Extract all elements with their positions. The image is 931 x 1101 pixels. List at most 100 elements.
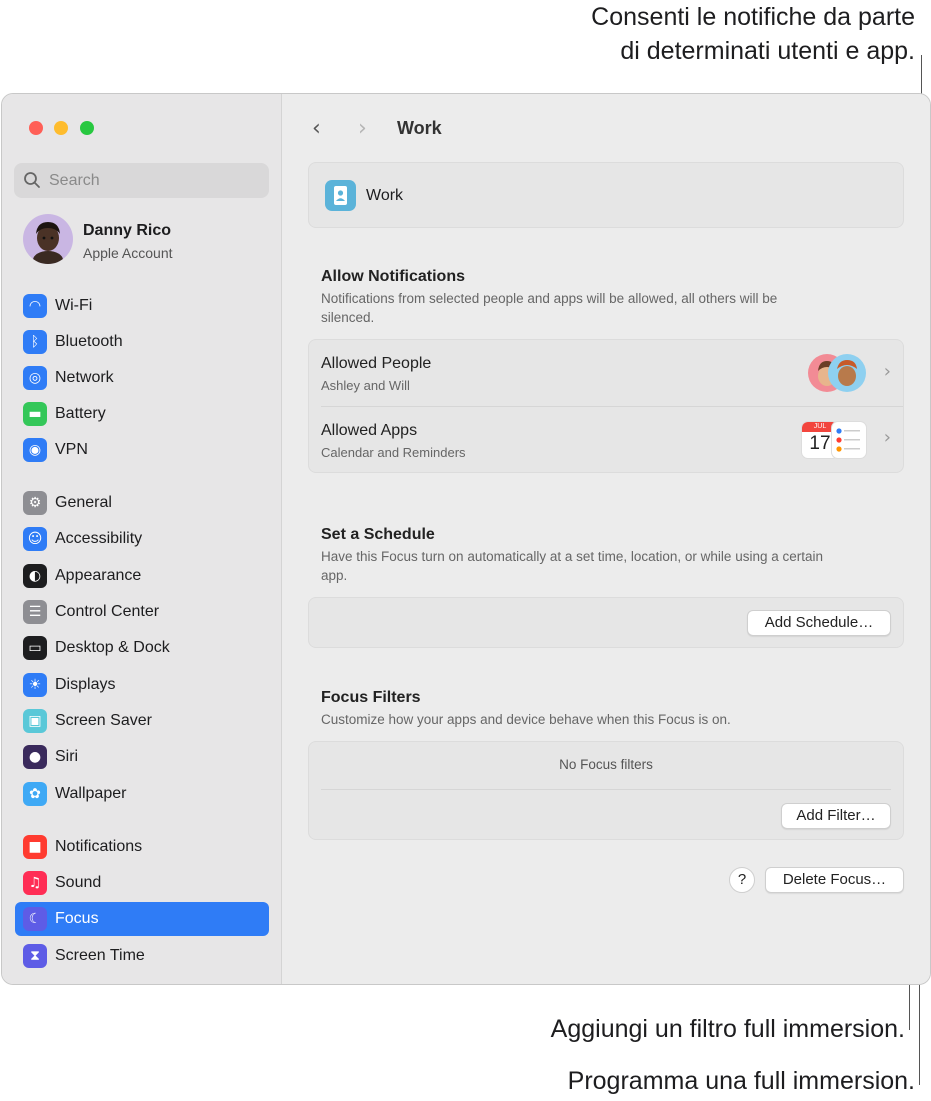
sidebar-item-wi-fi[interactable]: ◠ Wi-Fi — [15, 289, 269, 323]
callout-allow-notifications-line2: di determinati utenti e app. — [620, 37, 915, 65]
sidebar-item-label: Focus — [55, 910, 99, 927]
allowed-people-subtitle: Ashley and Will — [321, 378, 410, 393]
displays-icon: ☀ — [23, 673, 47, 697]
allow-notifications-title: Allow Notifications — [321, 268, 465, 285]
sidebar-item-label: Wallpaper — [55, 785, 127, 802]
sidebar-item-wallpaper[interactable]: ✿ Wallpaper — [15, 777, 269, 811]
sidebar-item-label: Desktop & Dock — [55, 639, 170, 656]
callout-allow-notifications-line1: Consenti le notifiche da parte — [591, 3, 915, 31]
sidebar-item-sound[interactable]: ♫ Sound — [15, 866, 269, 900]
sidebar-item-label: VPN — [55, 441, 88, 458]
sidebar-item-screen-saver[interactable]: ▣ Screen Saver — [15, 704, 269, 738]
allowed-apps-title: Allowed Apps — [321, 422, 418, 439]
sidebar-item-appearance[interactable]: ◐ Appearance — [15, 559, 269, 593]
sidebar-item-label: Notifications — [55, 838, 143, 855]
dock-icon: ▭ — [23, 636, 47, 660]
hourglass-icon: ⧗ — [23, 944, 47, 968]
sidebar-item-label: Sound — [55, 874, 102, 891]
avatar[interactable] — [23, 214, 73, 264]
network-icon: ◎ — [23, 366, 47, 390]
people-avatars-icon — [808, 354, 866, 392]
focus-filters-desc: Customize how your apps and device behav… — [321, 712, 731, 727]
search-input[interactable]: Search — [14, 163, 269, 198]
close-window-button[interactable] — [29, 121, 43, 135]
allowed-apps-subtitle: Calendar and Reminders — [321, 445, 466, 460]
focus-name-card: Work — [308, 162, 904, 228]
user-subtitle: Apple Account — [83, 245, 173, 261]
search-placeholder: Search — [49, 172, 100, 189]
sidebar-item-battery[interactable]: ▬ Battery — [15, 397, 269, 431]
focus-filters-card: No Focus filters Add Filter… — [308, 741, 904, 840]
allowed-people-title: Allowed People — [321, 355, 432, 372]
siri-icon: ● — [23, 745, 47, 769]
sidebar-item-label: Appearance — [55, 567, 142, 584]
back-button[interactable]: ‹ — [312, 116, 321, 141]
sidebar-item-label: Displays — [55, 676, 116, 693]
chevron-right-icon: › — [883, 361, 891, 382]
sidebar-item-general[interactable]: ⚙ General — [15, 486, 269, 520]
sidebar-item-label: Accessibility — [55, 530, 143, 547]
no-focus-filters-text: No Focus filters — [559, 757, 653, 772]
callout-add-schedule: Programma una full immersion. — [567, 1067, 915, 1095]
sidebar-item-label: Screen Saver — [55, 712, 152, 729]
sidebar: Search Danny Rico Apple Account ◠ Wi-Fi ᛒ B… — [2, 94, 282, 984]
control-center-icon: ☰ — [23, 600, 47, 624]
sidebar-item-control-center[interactable]: ☰ Control Center — [15, 595, 269, 629]
wallpaper-icon: ✿ — [23, 782, 47, 806]
page-title: Work — [397, 118, 442, 138]
sidebar-item-focus[interactable]: ☾ Focus — [15, 902, 269, 936]
sidebar-item-label: Siri — [55, 748, 79, 765]
sidebar-item-vpn[interactable]: ◉ VPN — [15, 433, 269, 467]
search-icon — [24, 172, 40, 188]
sidebar-item-siri[interactable]: ● Siri — [15, 740, 269, 774]
settings-window: Search Danny Rico Apple Account ◠ Wi-Fi ᛒ B… — [1, 93, 931, 985]
allowed-people-row[interactable]: Allowed People Ashley and Will › — [309, 340, 903, 406]
sidebar-item-accessibility[interactable]: ☺ Accessibility — [15, 522, 269, 556]
allowed-apps-row[interactable]: Allowed Apps Calendar and Reminders JUL … — [309, 406, 903, 472]
sidebar-item-notifications[interactable]: ■ Notifications — [15, 830, 269, 864]
minimize-window-button[interactable] — [54, 121, 68, 135]
memoji-icon — [33, 222, 63, 264]
sidebar-item-label: Control Center — [55, 603, 160, 620]
sidebar-item-screen-time[interactable]: ⧗ Screen Time — [15, 939, 269, 973]
add-schedule-button[interactable]: Add Schedule… — [747, 610, 891, 636]
sidebar-item-bluetooth[interactable]: ᛒ Bluetooth — [15, 325, 269, 359]
notifications-icon: ■ — [23, 835, 47, 859]
schedule-card: Add Schedule… — [308, 597, 904, 648]
sidebar-item-label: Screen Time — [55, 947, 145, 964]
sidebar-item-displays[interactable]: ☀ Displays — [15, 668, 269, 702]
battery-icon: ▬ — [23, 402, 47, 426]
focus-filters-title: Focus Filters — [321, 689, 421, 706]
chevron-right-icon: › — [883, 427, 891, 448]
vpn-icon: ◉ — [23, 438, 47, 462]
appearance-icon: ◐ — [23, 564, 47, 588]
bluetooth-icon: ᛒ — [23, 330, 47, 354]
user-name: Danny Rico — [83, 222, 172, 239]
forward-button[interactable]: › — [358, 116, 367, 141]
schedule-desc: Have this Focus turn on automatically at… — [321, 549, 823, 583]
screen-saver-icon: ▣ — [23, 709, 47, 733]
sidebar-item-label: Wi-Fi — [55, 297, 93, 314]
sidebar-item-label: Bluetooth — [55, 333, 123, 350]
zoom-window-button[interactable] — [80, 121, 94, 135]
main-pane: ‹ › Work Work Allow Notifications Notifi… — [282, 94, 930, 984]
callout-add-filter: Aggiungi un filtro full immersion. — [550, 1015, 905, 1043]
sidebar-item-desktop-dock[interactable]: ▭ Desktop & Dock — [15, 631, 269, 665]
sound-icon: ♫ — [23, 871, 47, 895]
allow-notifications-desc: Notifications from selected people and a… — [321, 291, 778, 325]
gear-icon: ⚙ — [23, 491, 47, 515]
allowed-list-card: Allowed People Ashley and Will › Allowed… — [308, 339, 904, 473]
sidebar-item-label: General — [55, 494, 112, 511]
add-filter-button[interactable]: Add Filter… — [781, 803, 891, 829]
delete-focus-button[interactable]: Delete Focus… — [765, 867, 904, 893]
filters-divider — [321, 789, 891, 790]
moon-icon: ☾ — [23, 907, 47, 931]
wifi-icon: ◠ — [23, 294, 47, 318]
reminders-app-icon — [831, 421, 867, 459]
sidebar-item-label: Network — [55, 369, 114, 386]
sidebar-item-label: Battery — [55, 405, 106, 422]
focus-name: Work — [366, 187, 404, 204]
sidebar-item-network[interactable]: ◎ Network — [15, 361, 269, 395]
schedule-title: Set a Schedule — [321, 526, 435, 543]
help-button[interactable]: ? — [729, 867, 755, 893]
